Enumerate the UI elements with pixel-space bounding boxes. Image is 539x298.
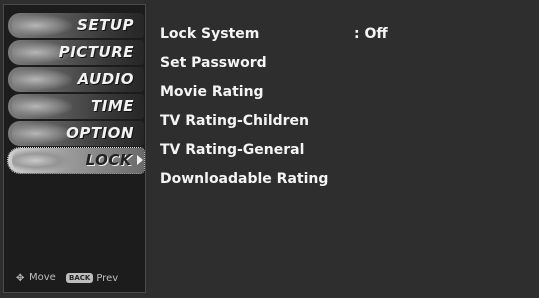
menu-item-label: TIME: [91, 97, 134, 115]
tv-rating-general-row[interactable]: TV Rating-General: [160, 140, 520, 164]
lock-settings-panel: Lock System : Off Set Password Movie Rat…: [150, 4, 534, 293]
move-dpad-icon: ✥: [16, 273, 25, 284]
movie-rating-label: Movie Rating: [160, 84, 264, 100]
menu-item-setup[interactable]: SETUP: [8, 13, 144, 38]
tv-rating-children-row[interactable]: TV Rating-Children: [160, 111, 520, 135]
back-key-icon: BACK: [66, 273, 94, 283]
prev-hint: BACK Prev: [66, 273, 118, 284]
setup-thumbnail-icon: [12, 15, 72, 36]
menu-item-label: OPTION: [66, 124, 134, 142]
move-hint-label: Move: [29, 272, 56, 283]
lock-system-row[interactable]: Lock System : Off: [160, 24, 520, 48]
tv-rating-children-label: TV Rating-Children: [160, 113, 310, 129]
set-password-row[interactable]: Set Password: [160, 53, 520, 77]
option-thumbnail-icon: [12, 123, 72, 144]
selected-arrow-icon: [137, 155, 143, 165]
main-menu-panel: SETUP PICTURE AUDIO TIME OPTION LOCK ✥ Mo…: [3, 4, 146, 293]
menu-item-label: SETUP: [77, 16, 134, 34]
lock-thumbnail-icon: [12, 150, 72, 171]
tv-osd-screen: SETUP PICTURE AUDIO TIME OPTION LOCK ✥ Mo…: [0, 0, 539, 298]
time-thumbnail-icon: [12, 96, 72, 117]
lock-system-label: Lock System: [160, 26, 260, 42]
menu-item-lock[interactable]: LOCK: [7, 147, 145, 174]
menu-item-option[interactable]: OPTION: [8, 121, 144, 146]
audio-thumbnail-icon: [12, 69, 72, 90]
prev-hint-label: Prev: [96, 273, 119, 284]
menu-item-time[interactable]: TIME: [8, 94, 144, 119]
tv-rating-general-label: TV Rating-General: [160, 142, 305, 158]
move-hint: ✥ Move: [16, 272, 56, 284]
movie-rating-row[interactable]: Movie Rating: [160, 82, 520, 106]
lock-system-value: : Off: [354, 26, 388, 42]
downloadable-rating-row[interactable]: Downloadable Rating: [160, 169, 520, 193]
menu-item-label: AUDIO: [77, 70, 134, 88]
menu-item-picture[interactable]: PICTURE: [8, 40, 144, 65]
menu-item-audio[interactable]: AUDIO: [8, 67, 144, 92]
menu-item-label: PICTURE: [58, 43, 134, 61]
set-password-label: Set Password: [160, 55, 267, 71]
downloadable-rating-label: Downloadable Rating: [160, 171, 329, 187]
menu-item-label: LOCK: [85, 151, 132, 169]
